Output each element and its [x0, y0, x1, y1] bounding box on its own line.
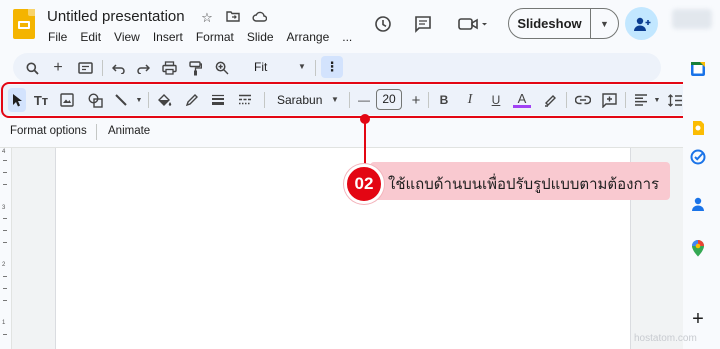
cloud-status-icon[interactable]	[251, 10, 267, 26]
slideshow-label[interactable]: Slideshow	[509, 9, 591, 38]
annotation-step-badge: 02	[344, 164, 384, 204]
more-options-icon[interactable]: ⋮	[321, 56, 343, 78]
print-icon[interactable]	[160, 59, 178, 77]
slides-logo[interactable]	[13, 9, 35, 39]
menu-insert[interactable]: Insert	[153, 30, 183, 44]
ruler-label: 4	[2, 149, 6, 155]
zoom-select[interactable]: Fit	[254, 60, 267, 74]
annotation-pointer	[364, 118, 366, 170]
star-icon[interactable]: ☆	[199, 10, 215, 26]
zoom-dropdown-icon[interactable]: ▼	[298, 62, 306, 71]
get-addons-icon[interactable]: +	[690, 308, 706, 330]
share-button[interactable]	[625, 7, 658, 40]
move-folder-icon[interactable]	[225, 10, 241, 26]
calendar-icon[interactable]	[690, 61, 706, 77]
new-slide-icon[interactable]: +	[49, 59, 67, 77]
slideshow-button[interactable]: Slideshow ▼	[508, 8, 619, 39]
menu-view[interactable]: View	[114, 30, 140, 44]
menu-arrange[interactable]: Arrange	[287, 30, 330, 44]
zoom-icon[interactable]	[213, 59, 231, 77]
ruler-label: 1	[2, 320, 6, 326]
maps-icon[interactable]	[690, 240, 706, 257]
annotation-text: ใช้แถบด้านบนเพื่อปรับรูปแบบตามต้องการ	[388, 176, 660, 193]
contacts-icon[interactable]	[690, 196, 706, 212]
search-menus-icon[interactable]	[23, 59, 41, 77]
add-person-icon	[633, 17, 650, 31]
version-history-icon[interactable]	[371, 12, 395, 36]
ruler-label: 3	[2, 205, 6, 211]
menu-file[interactable]: File	[48, 30, 67, 44]
title-actions: ☆	[199, 10, 267, 26]
ruler-label: 2	[2, 262, 6, 268]
animate-button[interactable]: Animate	[108, 125, 150, 137]
redo-icon[interactable]	[134, 59, 152, 77]
menu-bar: File Edit View Insert Format Slide Arran…	[48, 30, 352, 44]
highlight-frame	[1, 82, 719, 118]
meet-call-icon[interactable]	[455, 12, 491, 36]
menu-more[interactable]: ...	[342, 30, 352, 44]
undo-icon[interactable]	[109, 59, 127, 77]
context-toolbar: Format options Animate	[0, 118, 683, 148]
slideshow-dropdown-icon[interactable]: ▼	[591, 19, 618, 29]
annotation-callout: ใช้แถบด้านบนเพื่อปรับรูปแบบตามต้องการ	[370, 162, 670, 200]
menu-slide[interactable]: Slide	[247, 30, 274, 44]
menu-edit[interactable]: Edit	[80, 30, 101, 44]
vertical-ruler: 4 3 2 1	[0, 148, 12, 349]
menu-format[interactable]: Format	[196, 30, 234, 44]
format-options-button[interactable]: Format options	[10, 125, 87, 137]
document-title[interactable]: Untitled presentation	[47, 8, 185, 25]
comments-icon[interactable]	[411, 12, 435, 36]
tasks-icon[interactable]	[690, 149, 706, 165]
paint-format-icon[interactable]	[186, 59, 204, 77]
layout-icon[interactable]	[76, 59, 94, 77]
watermark: hostatom.com	[634, 333, 697, 344]
account-avatar[interactable]	[672, 9, 712, 29]
main-toolbar: + Fit ▼ ⋮	[13, 53, 661, 82]
keep-icon[interactable]	[690, 120, 706, 136]
slides-app-window: Untitled presentation ☆ File Edit View I…	[0, 0, 720, 349]
